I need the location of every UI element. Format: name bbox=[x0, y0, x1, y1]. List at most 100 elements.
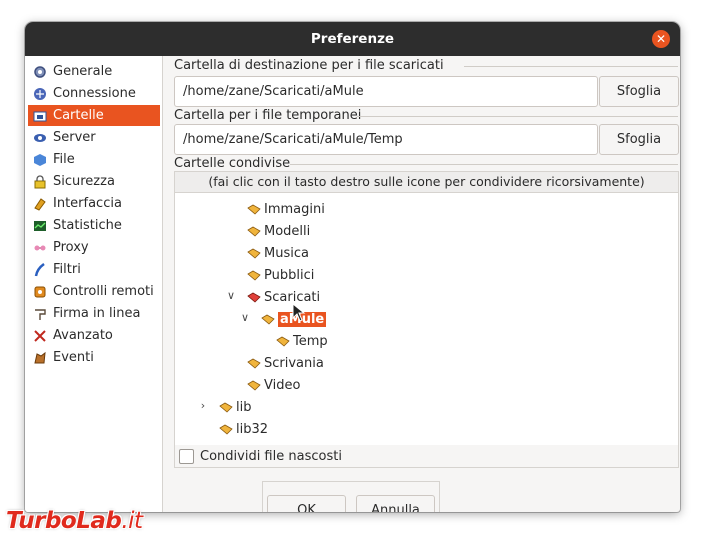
hidden-files-label: Condividi file nascosti bbox=[200, 448, 342, 464]
temp-browse-button[interactable]: Sfoglia bbox=[599, 124, 679, 155]
gear-icon bbox=[33, 65, 47, 79]
hidden-files-row[interactable]: Condividi file nascosti bbox=[174, 445, 679, 468]
tree-item-label: lib bbox=[236, 400, 252, 415]
download-browse-button[interactable]: Sfoglia bbox=[599, 76, 679, 107]
sidebar-item-proxy[interactable]: Proxy bbox=[28, 237, 160, 258]
folder-icon bbox=[261, 314, 275, 325]
sidebar-item-statistiche[interactable]: Statistiche bbox=[28, 215, 160, 236]
interface-icon bbox=[33, 197, 47, 211]
sidebar-item-server[interactable]: Server bbox=[28, 127, 160, 148]
tree-item-label: Modelli bbox=[264, 224, 311, 239]
sidebar-item-label: Filtri bbox=[53, 262, 81, 277]
window-title: Preferenze bbox=[310, 31, 395, 47]
filter-icon bbox=[33, 262, 47, 277]
sidebar-item-label: Connessione bbox=[53, 86, 136, 101]
tree-item-modelli[interactable]: Modelli bbox=[247, 221, 310, 242]
tree-item-scrivania[interactable]: Scrivania bbox=[247, 353, 324, 374]
tree-item-immagini[interactable]: Immagini bbox=[247, 199, 325, 220]
chevron-down-icon[interactable]: ∨ bbox=[225, 289, 237, 302]
events-icon bbox=[33, 351, 47, 365]
download-folder-label: Cartella di destinazione per i file scar… bbox=[174, 58, 444, 73]
file-icon bbox=[33, 153, 47, 167]
folder-icon bbox=[33, 109, 47, 123]
chevron-down-icon[interactable]: ∨ bbox=[239, 311, 251, 324]
title-bar: Preferenze ✕ bbox=[25, 22, 680, 56]
tree-item-label: Immagini bbox=[264, 202, 325, 217]
advanced-icon bbox=[33, 329, 47, 343]
stats-icon bbox=[33, 219, 47, 233]
hidden-files-checkbox[interactable] bbox=[179, 448, 194, 464]
sidebar-item-label: Server bbox=[53, 130, 96, 145]
tree-item-label: Video bbox=[264, 378, 301, 393]
tree-item-label: Musica bbox=[264, 246, 309, 261]
preferences-dialog: Preferenze ✕ Generale Connessione Cartel… bbox=[25, 22, 680, 512]
folder-icon bbox=[247, 358, 261, 369]
sidebar-item-label: Interfaccia bbox=[53, 196, 122, 211]
tree-item-video[interactable]: Video bbox=[247, 375, 300, 396]
sidebar-item-label: Sicurezza bbox=[53, 174, 115, 189]
lock-icon bbox=[33, 174, 47, 189]
group-divider bbox=[290, 164, 678, 165]
server-icon bbox=[33, 131, 47, 145]
close-icon[interactable]: ✕ bbox=[652, 30, 670, 48]
sidebar-item-label: Generale bbox=[53, 64, 113, 79]
sidebar-item-controlli-remoti[interactable]: Controlli remoti bbox=[28, 281, 160, 302]
temp-folder-field[interactable]: /home/zane/Scaricati/aMule/Temp bbox=[174, 124, 598, 155]
tree-item-label: lib32 bbox=[236, 422, 269, 437]
ok-button[interactable]: OK bbox=[267, 495, 346, 512]
sidebar: Generale Connessione Cartelle Server Fil… bbox=[25, 56, 163, 512]
folder-icon bbox=[247, 270, 261, 281]
sidebar-item-label: Cartelle bbox=[53, 108, 104, 123]
folder-icon bbox=[247, 226, 261, 237]
proxy-icon bbox=[33, 241, 47, 255]
folder-icon bbox=[219, 402, 233, 413]
sidebar-item-generale[interactable]: Generale bbox=[28, 61, 160, 82]
folder-icon bbox=[247, 204, 261, 215]
temp-folder-label: Cartella per i file temporanei bbox=[174, 108, 362, 123]
sidebar-item-interfaccia[interactable]: Interfaccia bbox=[28, 193, 160, 214]
sidebar-item-label: Proxy bbox=[53, 240, 89, 255]
watermark-logo: TurboLab.it bbox=[6, 508, 143, 534]
group-divider bbox=[464, 66, 678, 67]
tree-item-scaricati[interactable]: Scaricati bbox=[247, 287, 320, 308]
folder-icon bbox=[247, 380, 261, 391]
group-divider bbox=[357, 116, 678, 117]
tree-item-musica[interactable]: Musica bbox=[247, 243, 309, 264]
sidebar-item-label: Controlli remoti bbox=[53, 284, 154, 299]
sidebar-item-label: File bbox=[53, 152, 75, 167]
sidebar-item-filtri[interactable]: Filtri bbox=[28, 259, 160, 280]
dialog-buttons: OK Annulla bbox=[262, 481, 440, 512]
sidebar-item-label: Statistiche bbox=[53, 218, 122, 233]
shared-folders-label: Cartelle condivise bbox=[174, 156, 291, 171]
sidebar-item-label: Firma in linea bbox=[53, 306, 141, 321]
tree-item-pubblici[interactable]: Pubblici bbox=[247, 265, 314, 286]
shared-folder-icon bbox=[247, 292, 261, 303]
folder-icon bbox=[276, 336, 290, 347]
sidebar-item-eventi[interactable]: Eventi bbox=[28, 347, 160, 368]
sidebar-item-label: Eventi bbox=[53, 350, 94, 365]
remote-icon bbox=[33, 285, 47, 299]
sidebar-item-firma-in-linea[interactable]: Firma in linea bbox=[28, 303, 160, 324]
tree-item-temp[interactable]: Temp bbox=[276, 331, 328, 352]
content-panel: Cartella di destinazione per i file scar… bbox=[174, 56, 680, 512]
network-icon bbox=[33, 87, 47, 101]
folder-icon bbox=[247, 248, 261, 259]
tree-item-label: Scrivania bbox=[264, 356, 324, 371]
download-folder-field[interactable]: /home/zane/Scaricati/aMule bbox=[174, 76, 598, 107]
tree-item-lib32[interactable]: lib32 bbox=[219, 419, 268, 440]
cancel-button[interactable]: Annulla bbox=[356, 495, 435, 512]
sidebar-item-sicurezza[interactable]: Sicurezza bbox=[28, 171, 160, 192]
mouse-pointer-icon bbox=[292, 303, 306, 322]
sidebar-item-file[interactable]: File bbox=[28, 149, 160, 170]
signature-icon bbox=[33, 307, 47, 321]
folder-icon bbox=[219, 424, 233, 435]
sidebar-item-label: Avanzato bbox=[53, 328, 113, 343]
tree-item-label: Temp bbox=[293, 334, 328, 349]
sidebar-item-connessione[interactable]: Connessione bbox=[28, 83, 160, 104]
tree-item-label: Pubblici bbox=[264, 268, 315, 283]
tree-item-lib[interactable]: lib bbox=[219, 397, 251, 418]
sidebar-item-avanzato[interactable]: Avanzato bbox=[28, 325, 160, 346]
shared-folders-tree[interactable]: (fai clic con il tasto destro sulle icon… bbox=[174, 171, 679, 467]
sidebar-item-cartelle[interactable]: Cartelle bbox=[28, 105, 160, 126]
chevron-right-icon[interactable]: › bbox=[197, 399, 209, 412]
